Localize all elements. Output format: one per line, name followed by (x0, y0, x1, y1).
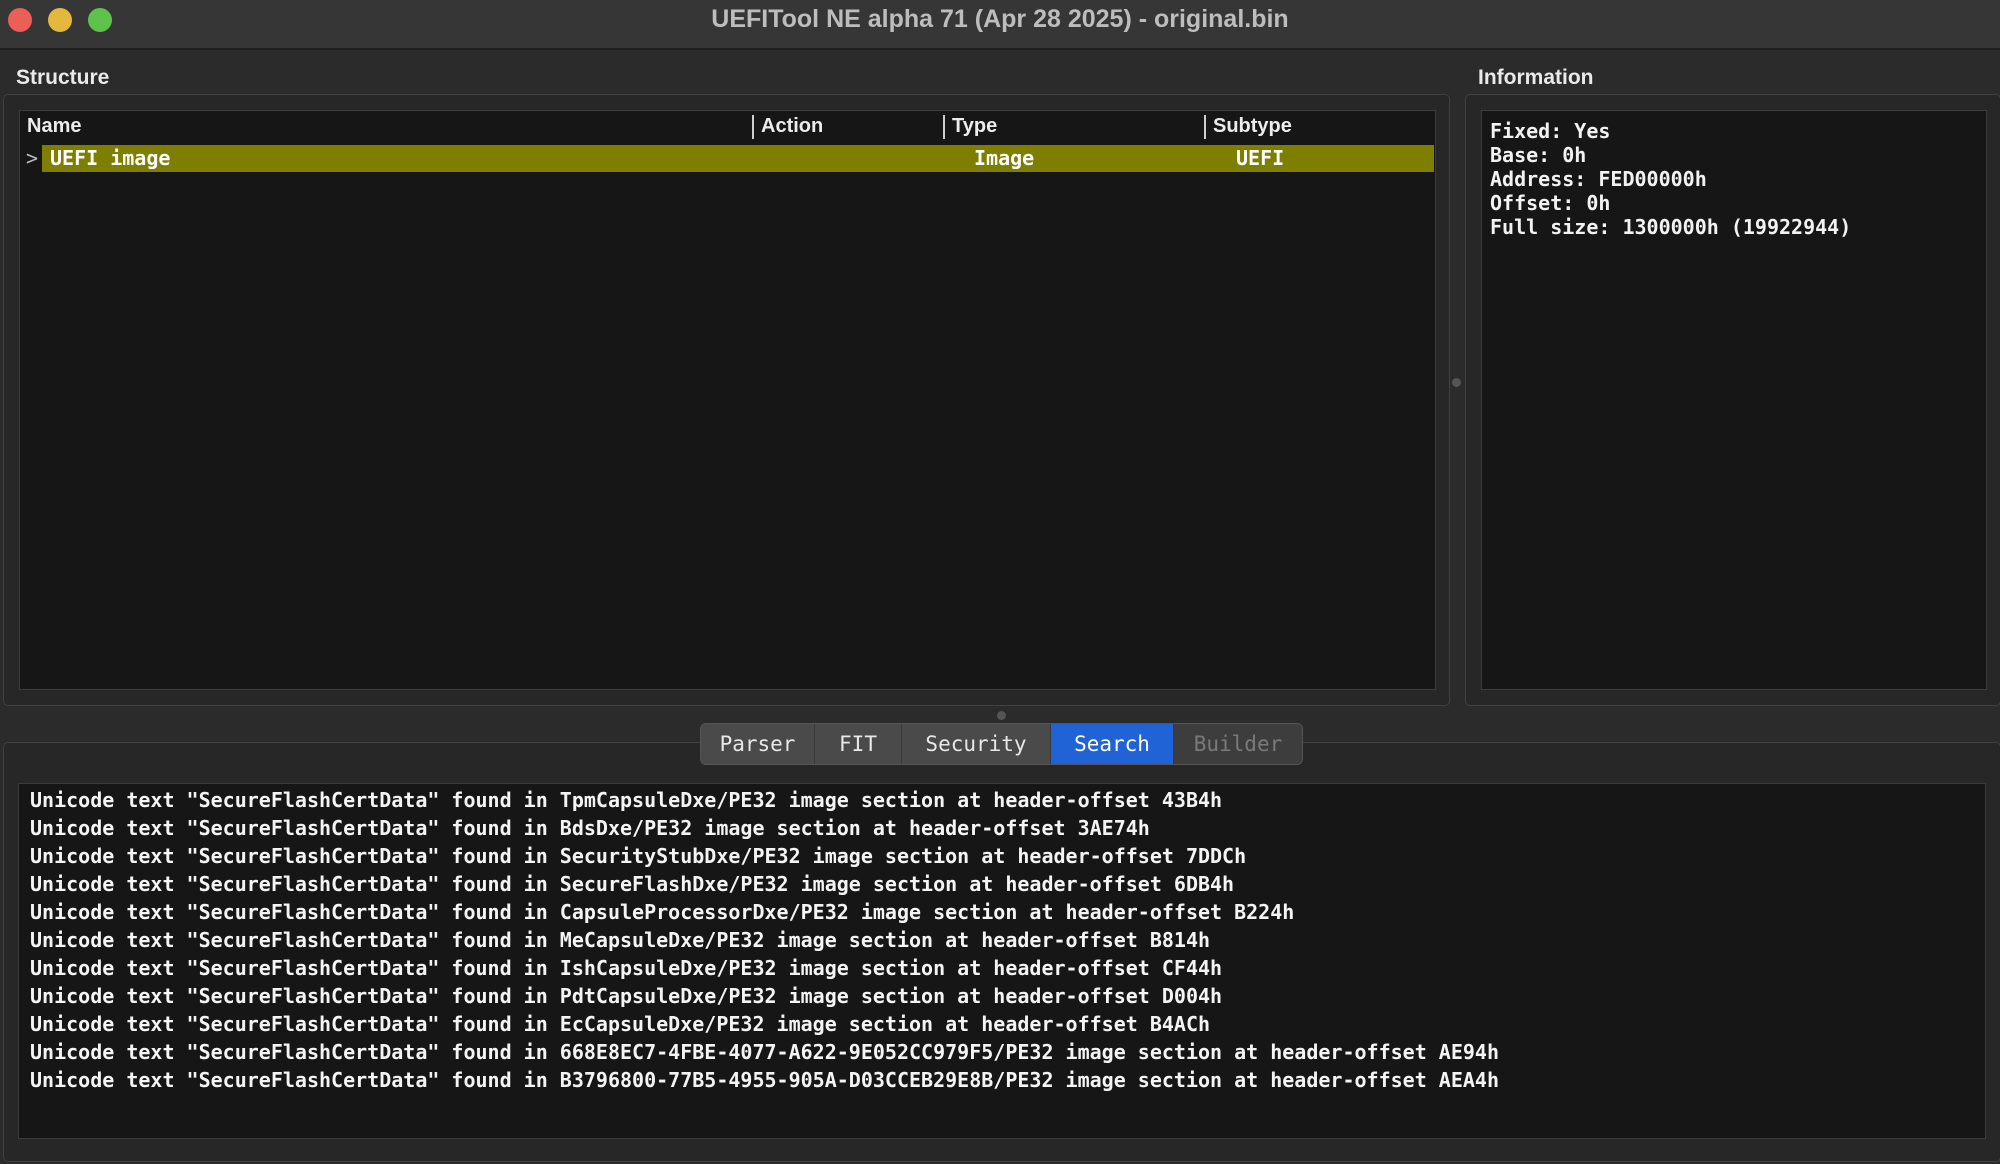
info-line-offset: Offset: 0h (1490, 191, 1611, 215)
column-separator[interactable] (943, 115, 945, 139)
list-item[interactable]: Unicode text "SecureFlashCertData" found… (30, 956, 1222, 980)
list-item[interactable]: Unicode text "SecureFlashCertData" found… (30, 984, 1222, 1008)
info-line-base: Base: 0h (1490, 143, 1587, 167)
list-item[interactable]: Unicode text "SecureFlashCertData" found… (30, 872, 1234, 896)
column-header-subtype[interactable]: Subtype (1213, 111, 1292, 141)
expand-chevron-icon[interactable]: > (26, 145, 38, 172)
window-title: UEFITool NE alpha 71 (Apr 28 2025) - ori… (711, 5, 1289, 33)
column-header-action[interactable]: Action (761, 111, 823, 141)
horizontal-splitter-handle[interactable] (997, 711, 1006, 720)
information-text[interactable]: Fixed: Yes Base: 0h Address: FED00000h O… (1481, 110, 1987, 690)
list-item[interactable]: Unicode text "SecureFlashCertData" found… (30, 788, 1222, 812)
row-name: UEFI image (50, 146, 171, 170)
vertical-splitter-handle[interactable] (1452, 378, 1461, 387)
tree-header: Name Action Type Subtype (20, 111, 1435, 141)
structure-tree[interactable]: Name Action Type Subtype > UEFI image Im… (19, 110, 1436, 690)
info-line-full-size: Full size: 1300000h (19922944) (1490, 215, 1852, 239)
column-header-name[interactable]: Name (27, 111, 81, 141)
tab-parser[interactable]: Parser (701, 724, 815, 764)
tab-search[interactable]: Search (1051, 724, 1174, 764)
list-item[interactable]: Unicode text "SecureFlashCertData" found… (30, 816, 1150, 840)
list-item[interactable]: Unicode text "SecureFlashCertData" found… (30, 1068, 1499, 1092)
tree-row[interactable]: UEFI image Image UEFI (42, 145, 1434, 172)
list-item[interactable]: Unicode text "SecureFlashCertData" found… (30, 900, 1294, 924)
row-subtype: UEFI (1236, 146, 1285, 170)
column-header-type[interactable]: Type (952, 111, 997, 141)
column-separator[interactable] (752, 115, 754, 139)
title-bar: UEFITool NE alpha 71 (Apr 28 2025) - ori… (0, 0, 2000, 50)
tab-security[interactable]: Security (902, 724, 1051, 764)
column-separator[interactable] (1204, 115, 1206, 139)
message-tabs: Parser FIT Security Search Builder (700, 723, 1303, 765)
list-item[interactable]: Unicode text "SecureFlashCertData" found… (30, 928, 1210, 952)
tab-fit[interactable]: FIT (815, 724, 902, 764)
info-line-address: Address: FED00000h (1490, 167, 1707, 191)
information-label: Information (1478, 66, 1594, 89)
info-line-fixed: Fixed: Yes (1490, 119, 1611, 143)
list-item[interactable]: Unicode text "SecureFlashCertData" found… (30, 844, 1246, 868)
list-item[interactable]: Unicode text "SecureFlashCertData" found… (30, 1040, 1499, 1064)
search-results-list[interactable]: Unicode text "SecureFlashCertData" found… (18, 783, 1986, 1139)
list-item[interactable]: Unicode text "SecureFlashCertData" found… (30, 1012, 1210, 1036)
structure-label: Structure (16, 66, 110, 89)
row-type: Image (974, 146, 1035, 170)
tab-builder: Builder (1174, 724, 1302, 764)
